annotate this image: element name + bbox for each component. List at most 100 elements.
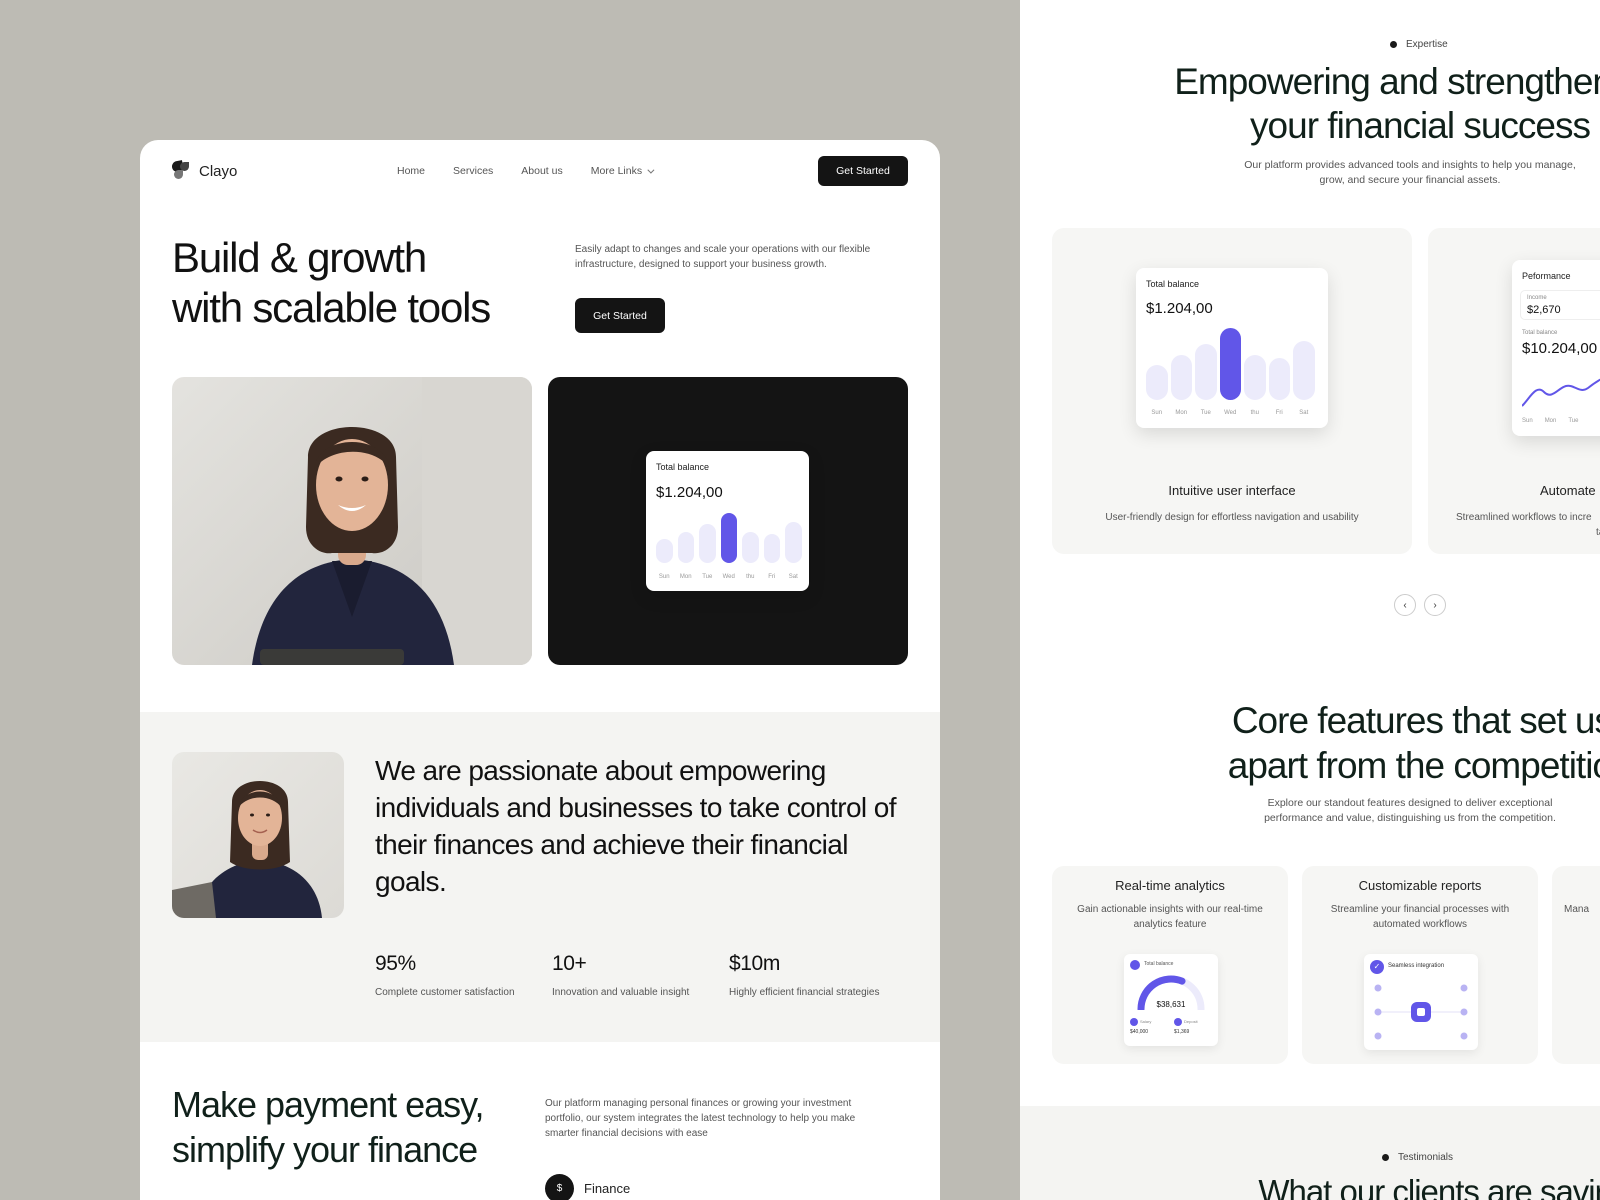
chart-bar-wed [720,513,737,563]
stat-item: 10+ Innovation and valuable insight [552,952,729,998]
core-card-clipped[interactable]: Mana [1552,866,1600,1064]
analytics-widget-label: Total balance [1144,961,1174,967]
core-features-description: Explore our standout features designed t… [1264,797,1556,824]
salary-icon [1130,1018,1138,1026]
top-nav: Clayo Home Services About us More Links … [171,150,908,192]
salary-label: Salary [1140,1019,1152,1024]
feature-description-line-2: ta [1596,527,1600,538]
day-label-tue: Tue [1200,410,1211,416]
hero-title-line-1: Build & growth [172,234,427,281]
expertise-description: Our platform provides advanced tools and… [1244,159,1576,186]
nav-links: Home Services About us More Links [397,165,655,177]
feature-description: User-friendly design for effortless navi… [1105,512,1359,523]
landing-page-left: Clayo Home Services About us More Links … [140,140,940,1200]
expertise-tag: Expertise [1390,39,1448,50]
payment-description: Our platform managing personal finances … [545,1098,856,1139]
logo-mark-icon [171,160,192,181]
income-box: Income $2,670 [1520,290,1600,320]
feature-title: Intuitive user interface [1168,483,1296,498]
feature-card-automate[interactable]: Peformance Income $2,670 Total balance $… [1428,228,1600,554]
analytics-widget: Total balance $38,631 Salary $40,000 Dep… [1124,954,1218,1046]
dollar-icon: $ [545,1174,574,1200]
feature-card-ui[interactable]: Total balance $1.204,00 Sun Mon Tue Wed thu F… [1052,228,1412,554]
deposit-label: Deposit [1184,1019,1198,1024]
core-card-description: Streamline your financial processes with… [1330,904,1510,930]
nav-services[interactable]: Services [453,165,493,177]
balance-bar-chart [656,513,802,563]
landing-page-right: Expertise Empowering and strengthen your… [1020,0,1600,1200]
core-card-analytics[interactable]: Real-time analytics Gain actionable insi… [1052,866,1288,1064]
core-card-title: Customizable reports [1358,878,1482,893]
wallet-icon [1130,960,1140,970]
dark-feature-card: Total balance $1.204,00 Sun Mon Tue Wed thu F… [548,377,908,665]
payment-title-line-2: simplify your finance [172,1129,478,1170]
chart-bar-mon [677,532,694,563]
hero-description: Easily adapt to changes and scale your o… [575,244,871,270]
perf-day-label-sun: Sun [1522,418,1533,424]
arrow-right-icon[interactable]: › [1424,594,1446,616]
core-title-line-2: apart from the competitio [1227,745,1600,786]
income-label: Income [1527,295,1547,301]
integration-diagram [1374,984,1468,1040]
arrow-left-icon[interactable]: ‹ [1394,594,1416,616]
deposit-value: $1,369 [1174,1029,1190,1035]
nav-more-links[interactable]: More Links [590,165,655,177]
nav-more-label: More Links [590,165,643,177]
integration-widget-label: Seamless integration [1388,963,1445,969]
stat-label: Complete customer satisfaction [375,987,515,998]
total-balance-value: $10.204,00 [1522,340,1598,357]
nav-get-started-button[interactable]: Get Started [818,156,908,186]
carousel-pager: ‹ › [1394,594,1446,616]
nav-home[interactable]: Home [397,165,425,177]
feature-title: Automate [1540,483,1596,498]
check-icon: ✓ [1370,960,1384,974]
hero-title: Build & growth with scalable tools [172,233,491,333]
testimonials-tag-label: Testimonials [1398,1152,1454,1163]
expertise-title-line-2: your financial success [1250,105,1591,146]
day-label-sat: Sat [1299,410,1309,416]
day-label-fri: Fri [768,574,776,580]
brand-logo[interactable]: Clayo [171,160,237,181]
hero-title-line-2: with scalable tools [172,284,491,331]
day-label-thu: thu [746,574,755,580]
expertise-title-line-1: Empowering and strengthen [1174,61,1600,102]
testimonials-title: What our clients are savin [1258,1173,1600,1200]
day-label-mon: Mon [679,574,692,580]
nav-about[interactable]: About us [521,165,562,177]
day-label-fri: Fri [1275,410,1283,416]
core-title-line-1: Core features that set us [1231,700,1600,741]
perf-day-label-mon: Mon [1544,418,1557,424]
chart-bar-sat [1293,341,1315,400]
core-card-reports[interactable]: Customizable reports Streamline your fin… [1302,866,1538,1064]
widget-day-labels: Sun Mon Tue Wed thu Fri Sat [1146,410,1315,416]
performance-label: Peformance [1522,271,1571,281]
chart-bar-tue [1195,344,1217,400]
day-label-mon: Mon [1175,410,1188,416]
performance-widget: Peformance Income $2,670 Total balance $… [1512,260,1600,436]
dot-icon [1382,1154,1389,1161]
total-balance-widget: Total balance $1.204,00 Sun Mon Tue Wed thu F… [1136,268,1328,428]
chart-bar-sun [1146,365,1168,400]
chart-bar-thu [742,532,759,563]
stat-value: $10m [729,952,780,975]
chart-bar-sat [785,522,802,563]
day-label-thu: thu [1250,410,1259,416]
finance-item[interactable]: $ Finance [545,1174,630,1200]
feature-description-line-1: Streamlined workflows to incre [1456,512,1592,523]
deposit-icon [1174,1018,1182,1026]
performance-line-chart [1522,378,1600,407]
day-labels: Sun Mon Tue Wed thu Fri Sat [656,574,802,580]
hero-photo-woman [172,377,532,665]
dot-icon [1390,41,1397,48]
widget-value: $1.204,00 [1146,300,1213,317]
income-value: $2,670 [1527,304,1561,316]
core-card-title: Real-time analytics [1115,878,1225,893]
widget-label: Total balance [1146,279,1200,289]
core-card-description: Gain actionable insights with our real-t… [1077,904,1263,930]
hero-get-started-button[interactable]: Get Started [575,298,665,333]
chart-bar-fri [763,534,780,563]
stat-label: Highly efficient financial strategies [729,987,880,998]
perf-day-label-tue: Tue [1568,418,1579,424]
stat-value: 10+ [552,952,587,975]
stat-item: $10m Highly efficient financial strategi… [729,952,906,998]
